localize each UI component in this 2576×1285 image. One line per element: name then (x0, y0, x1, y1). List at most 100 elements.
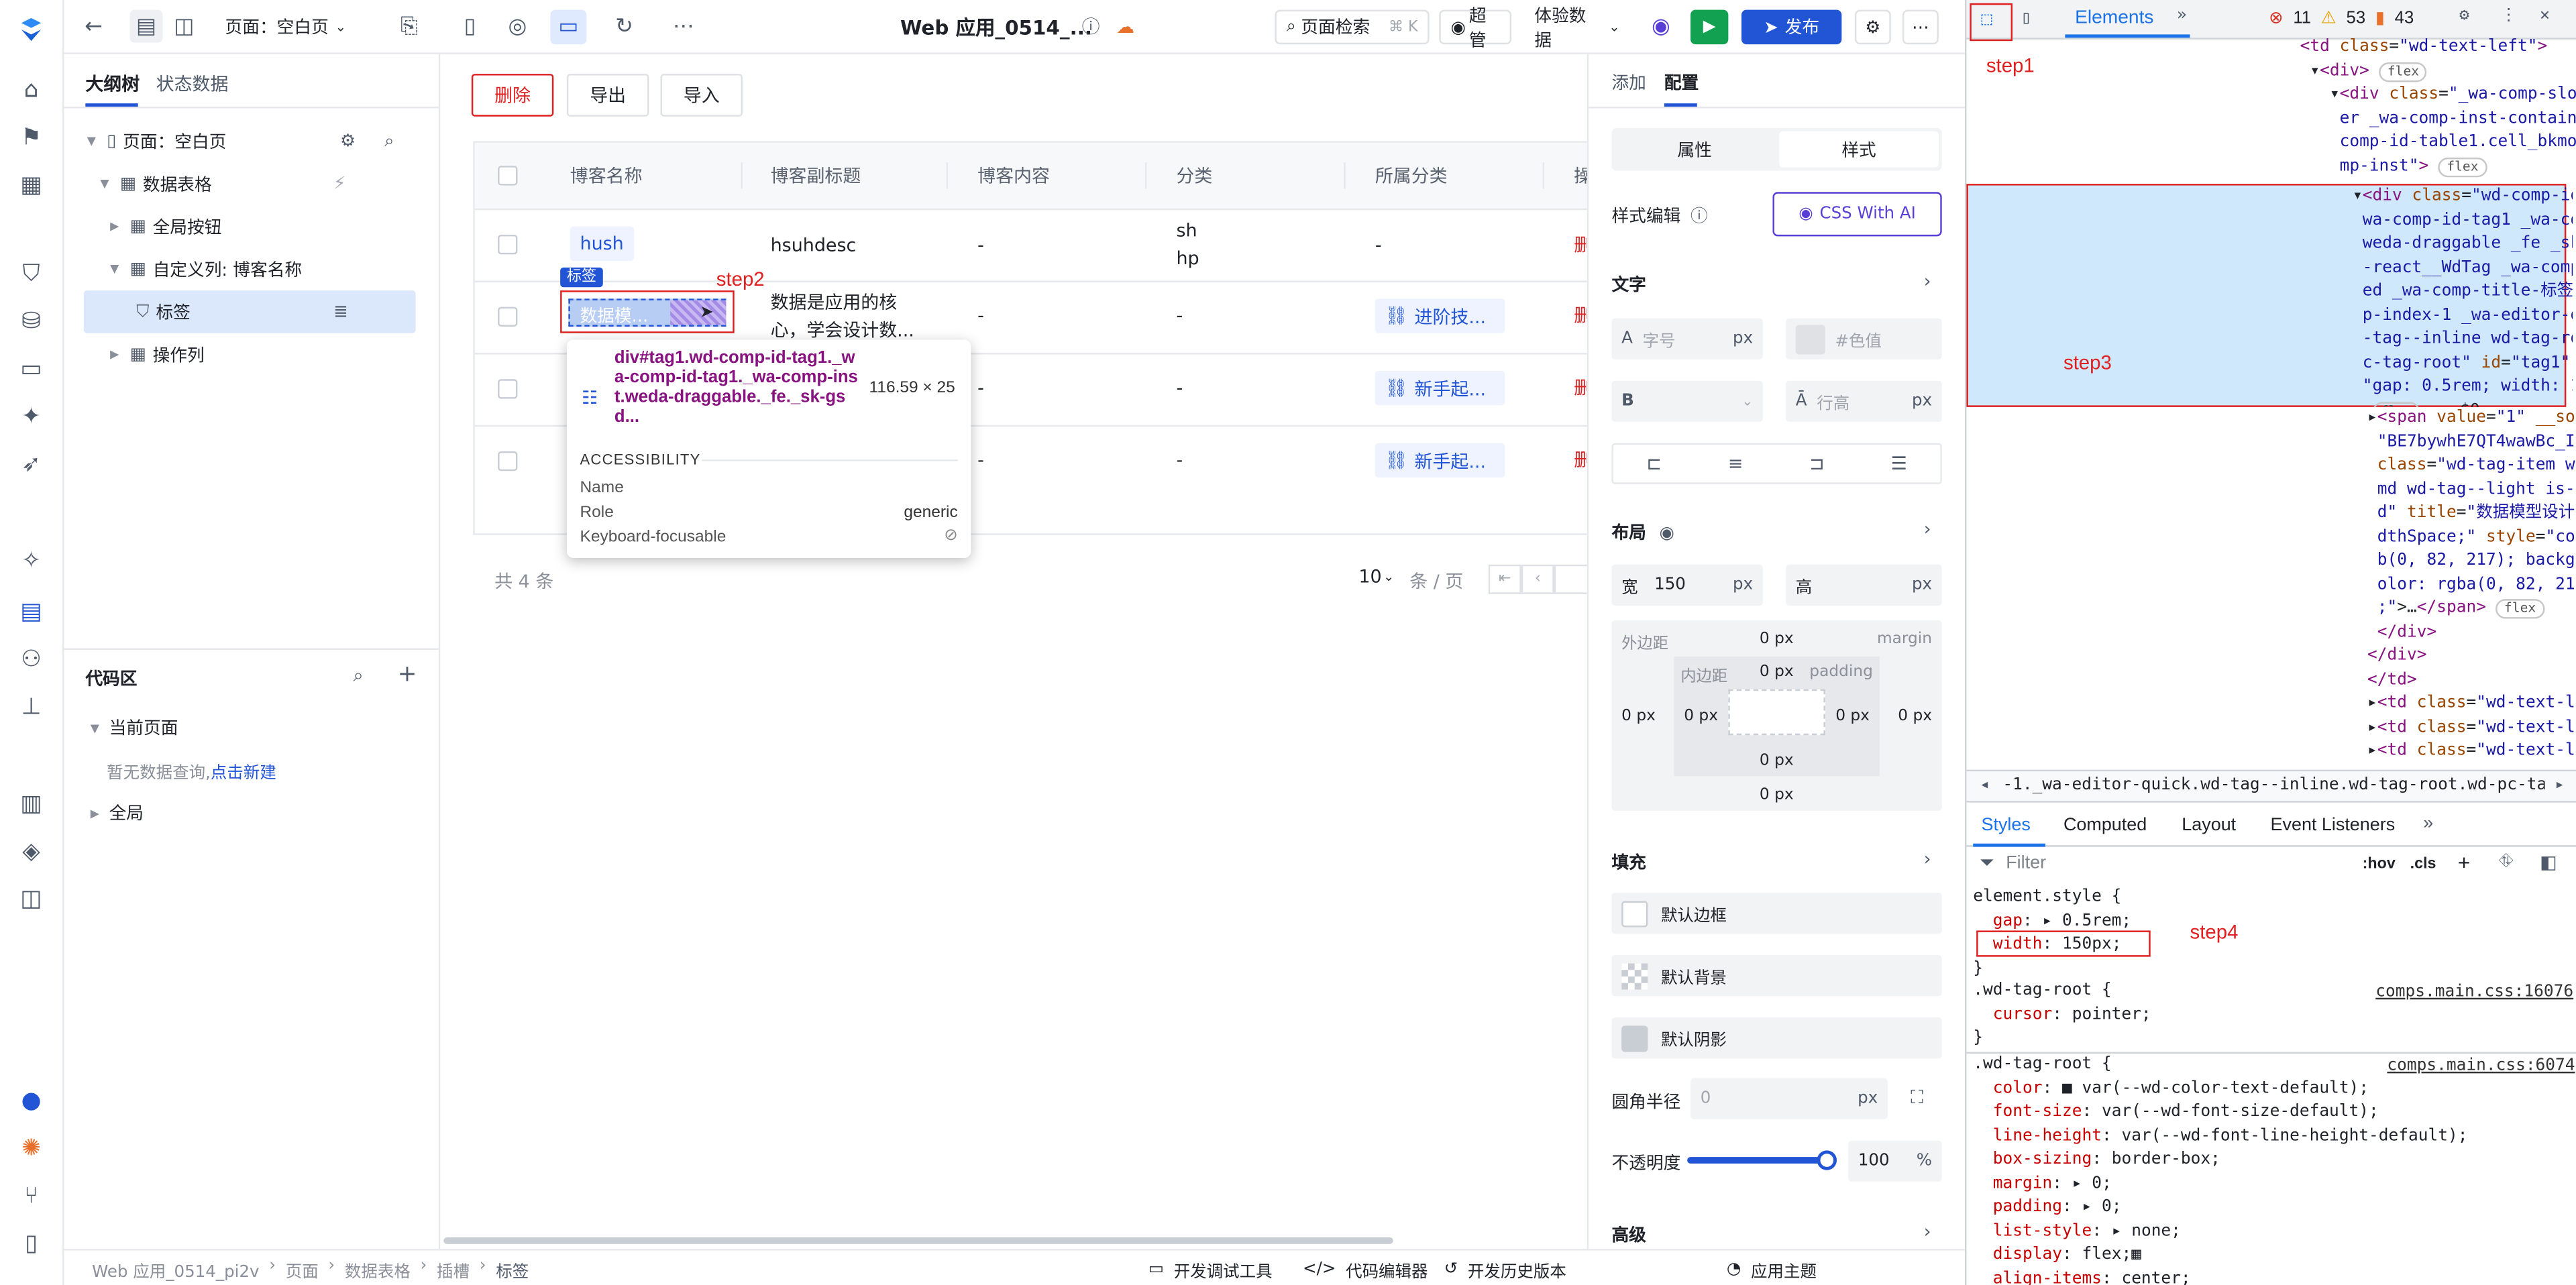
search-icon[interactable]: ⌕ (354, 665, 364, 687)
margin-bottom[interactable]: 0 px (1760, 786, 1794, 804)
more-menu-button[interactable]: ⋯ (1902, 9, 1939, 45)
compass-icon[interactable]: ◎ (502, 11, 532, 41)
cls-toggle[interactable]: .cls (2410, 855, 2436, 873)
row-checkbox[interactable] (498, 306, 518, 327)
more-tabs-icon[interactable]: » (2177, 7, 2187, 25)
height-input[interactable]: 高 px (1786, 564, 1942, 606)
shield-icon[interactable]: ⛉ (16, 260, 46, 289)
tab-event-listeners[interactable]: Event Listeners (2271, 816, 2396, 835)
breadcrumb-item[interactable]: 插槽 (437, 1257, 470, 1282)
branch-icon[interactable]: ⑂ (16, 1182, 46, 1211)
code-current-page[interactable]: ▼ 当前页面 (91, 716, 178, 740)
column-header[interactable]: 分类 (1176, 143, 1212, 209)
theme-button[interactable]: ◔ 应用主题 (1727, 1257, 1817, 1282)
more-icon[interactable]: ⋯ (669, 11, 698, 41)
ai-assistant-icon[interactable]: ◉ (1646, 11, 1676, 41)
bag-icon[interactable]: ◫ (16, 885, 46, 914)
grid-icon[interactable]: ▦ (16, 170, 46, 200)
column-header[interactable]: 博客名称 (570, 143, 643, 209)
breadcrumb-item[interactable]: 数据表格 (345, 1257, 411, 1282)
line-height-input[interactable]: Ā 行高 px (1786, 380, 1942, 422)
padding-right[interactable]: 0 px (1835, 708, 1870, 726)
run-button[interactable]: ▶ (1690, 9, 1729, 45)
code-editor-button[interactable]: </> 代码编辑器 (1303, 1257, 1428, 1282)
chevron-right-icon[interactable]: › (1924, 518, 1931, 540)
tree-item-data-table[interactable]: ▼ ▦ 数据表格 ⚡ (84, 162, 416, 205)
tab-add[interactable]: 添加 (1611, 70, 1646, 95)
tab-styles[interactable]: Styles (1981, 816, 2030, 835)
tree-item-global-buttons[interactable]: ▶ ▦ 全局按钮 (84, 205, 416, 248)
user-avatar-icon[interactable]: ● (16, 1086, 46, 1116)
opacity-input[interactable]: 100 % (1848, 1140, 1942, 1182)
refresh-icon[interactable]: ↻ (610, 11, 639, 41)
row-checkbox[interactable] (498, 379, 518, 399)
page-size-select[interactable]: 10 ⌄ (1358, 566, 1394, 588)
row-checkbox[interactable] (498, 234, 518, 255)
more-tabs-icon[interactable]: » (2423, 814, 2433, 834)
padding-top[interactable]: 0 px (1760, 663, 1794, 681)
horizontal-scrollbar[interactable] (443, 1237, 1393, 1244)
book-icon[interactable]: ▯ (16, 1229, 46, 1259)
segment-style[interactable]: 样式 (1779, 131, 1939, 168)
column-header[interactable]: 所属分类 (1375, 143, 1448, 209)
css-with-ai-button[interactable]: ◉ CSS With AI (1772, 192, 1942, 237)
home-icon[interactable]: ⌂ (16, 76, 46, 105)
bolt-icon[interactable]: ⚡ (333, 174, 345, 193)
align-right-icon[interactable]: ⊐ (1809, 453, 1825, 474)
radius-input[interactable]: 0 px (1690, 1078, 1888, 1119)
issue-counters[interactable]: ⊗ 11 ⚠ 53 ▮ 43 (2269, 8, 2414, 27)
tab-config[interactable]: 配置 (1664, 70, 1699, 95)
gear-icon[interactable]: ⚙ (2459, 7, 2469, 25)
delete-button[interactable]: 删除 (471, 74, 554, 117)
chevron-right-icon[interactable]: › (1924, 271, 1931, 292)
filter-input[interactable]: Filter (2006, 853, 2046, 873)
cube-icon[interactable]: ◈ (16, 837, 46, 867)
database-icon[interactable]: ⛁ (16, 307, 46, 337)
stamp-icon[interactable]: ⊥ (16, 693, 46, 722)
default-shadow-row[interactable]: 默认阴影 (1611, 1017, 1942, 1059)
close-icon[interactable]: ✕ (2540, 7, 2550, 25)
blog-name-tag[interactable]: hush (570, 226, 634, 262)
margin-left[interactable]: 0 px (1621, 708, 1656, 726)
default-bg-row[interactable]: 默认背景 (1611, 955, 1942, 997)
new-page-icon[interactable]: ⎘ (394, 11, 424, 41)
publish-button[interactable]: ➤ 发布 (1741, 9, 1842, 45)
eye-icon[interactable]: ◉ (1659, 522, 1674, 542)
category-link[interactable]: ⛓ 新手起... (1375, 371, 1505, 406)
chevron-right-icon[interactable]: ▸ (2555, 776, 2565, 794)
breadcrumb-item[interactable]: 页面 (286, 1257, 319, 1282)
tree-item-tag[interactable]: ⛉ 标签 ≣ (83, 290, 416, 333)
color-input[interactable]: #色值 (1786, 318, 1942, 359)
info-icon[interactable]: ⓘ (1076, 11, 1106, 41)
inspect-element-icon[interactable]: ⬚ (1981, 8, 1992, 30)
elements-tab[interactable]: Elements (2075, 8, 2153, 27)
column-header[interactable]: 博客副标题 (771, 143, 861, 209)
code-new-link[interactable]: 点击新建 (211, 765, 276, 783)
css-source-link[interactable]: comps.main.css:16076 (2375, 983, 2573, 1001)
tab-outline[interactable]: 大纲树 (85, 70, 140, 97)
desktop-icon[interactable]: ▭ (550, 9, 587, 45)
admin-button[interactable]: ◉ 超管 (1439, 6, 1512, 50)
margin-right[interactable]: 0 px (1898, 708, 1932, 726)
opacity-slider-thumb[interactable] (1817, 1150, 1837, 1170)
width-input[interactable]: 宽 150 px (1611, 564, 1763, 606)
page-number-input[interactable] (1554, 564, 1587, 594)
breadcrumb-item[interactable]: Web 应用_0514_pi2v (92, 1257, 259, 1282)
first-page-button[interactable]: ⇤ (1488, 564, 1521, 594)
paint-icon[interactable]: ⛗ (2499, 852, 2514, 873)
tab-computed[interactable]: Computed (2063, 816, 2147, 835)
tree-item-custom-column[interactable]: ▼ ▦ 自定义列: 博客名称 (84, 247, 416, 290)
dom-breadcrumb[interactable]: -1._wa-editor-quick.wd-tag--inline.wd-ta… (2002, 776, 2544, 794)
search-icon[interactable]: ⌕ (384, 131, 394, 152)
column-header[interactable]: 博客内容 (977, 143, 1050, 209)
align-center-icon[interactable]: ≡ (1728, 453, 1743, 474)
chevron-right-icon[interactable]: › (1924, 848, 1931, 870)
tree-item-action-column[interactable]: ▶ ▦ 操作列 (84, 333, 416, 376)
sidebar-toggle-icon[interactable]: ◧ (2540, 852, 2557, 873)
segment-attr[interactable]: 属性 (1615, 131, 1774, 168)
font-size-input[interactable]: A 字号 px (1611, 318, 1763, 359)
page-selector[interactable]: 页面：空白页 ⌄ (225, 15, 346, 40)
css-rule[interactable]: .wd-tag-root { color: ■ var(--wd-color-t… (1973, 1054, 2576, 1285)
align-left-icon[interactable]: ⊏ (1646, 453, 1662, 474)
margin-top[interactable]: 0 px (1760, 630, 1794, 649)
